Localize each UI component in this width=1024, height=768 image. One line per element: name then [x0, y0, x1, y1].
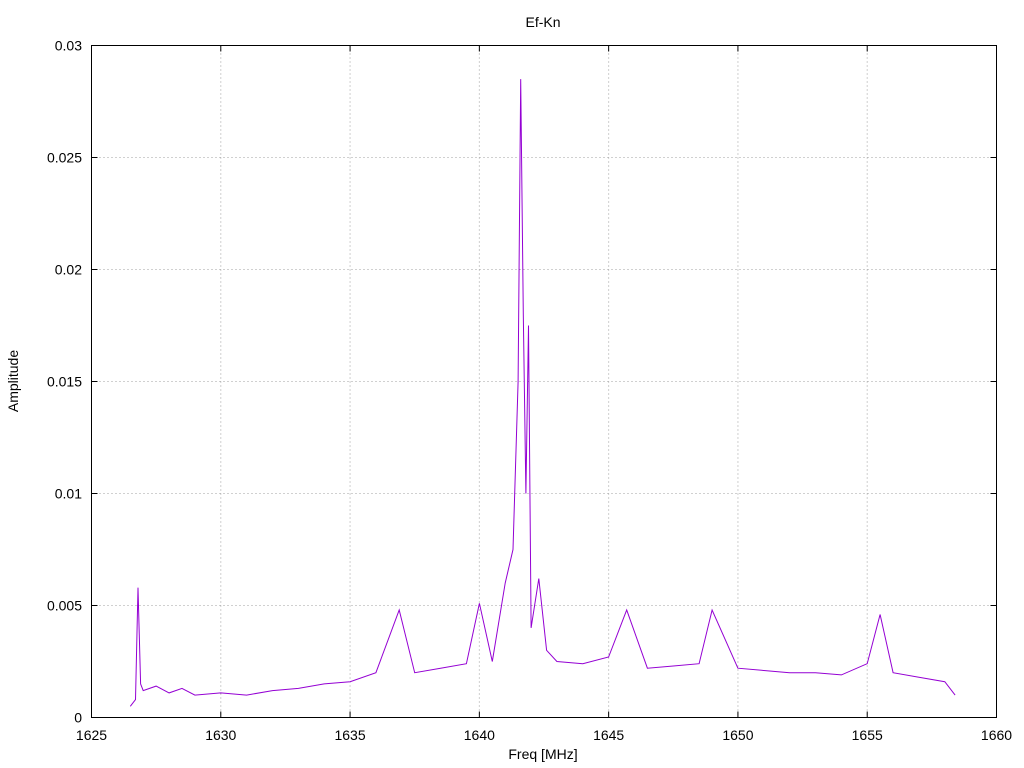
y-tick-label: 0.02: [55, 262, 82, 278]
x-tick-label: 1655: [852, 727, 883, 743]
x-tick-label: 1625: [76, 727, 107, 743]
x-tick-label: 1640: [464, 727, 495, 743]
x-tick-label: 1630: [205, 727, 236, 743]
y-tick-label: 0: [74, 710, 82, 726]
chart-title: Ef-Kn: [525, 14, 560, 30]
x-tick-label: 1635: [334, 727, 365, 743]
y-tick-label: 0.025: [47, 150, 82, 166]
series-layer: [129, 79, 956, 707]
x-tick-label: 1645: [593, 727, 624, 743]
x-tick-label: 1660: [981, 727, 1012, 743]
series-line: [129, 79, 956, 707]
grid: [91, 45, 997, 718]
x-tick-label: 1650: [722, 727, 753, 743]
y-tick-label: 0.015: [47, 374, 82, 390]
y-tick-label: 0.03: [55, 38, 82, 54]
y-axis-label: Amplitude: [5, 350, 21, 412]
chart: Ef-Kn 1625 1630 1635 1640 1645 1650 1655 1660 0 0…: [5, 14, 1012, 762]
x-axis-label: Freq [MHz]: [508, 746, 577, 762]
y-tick-label: 0.005: [47, 598, 82, 614]
y-tick-label: 0.01: [55, 486, 82, 502]
